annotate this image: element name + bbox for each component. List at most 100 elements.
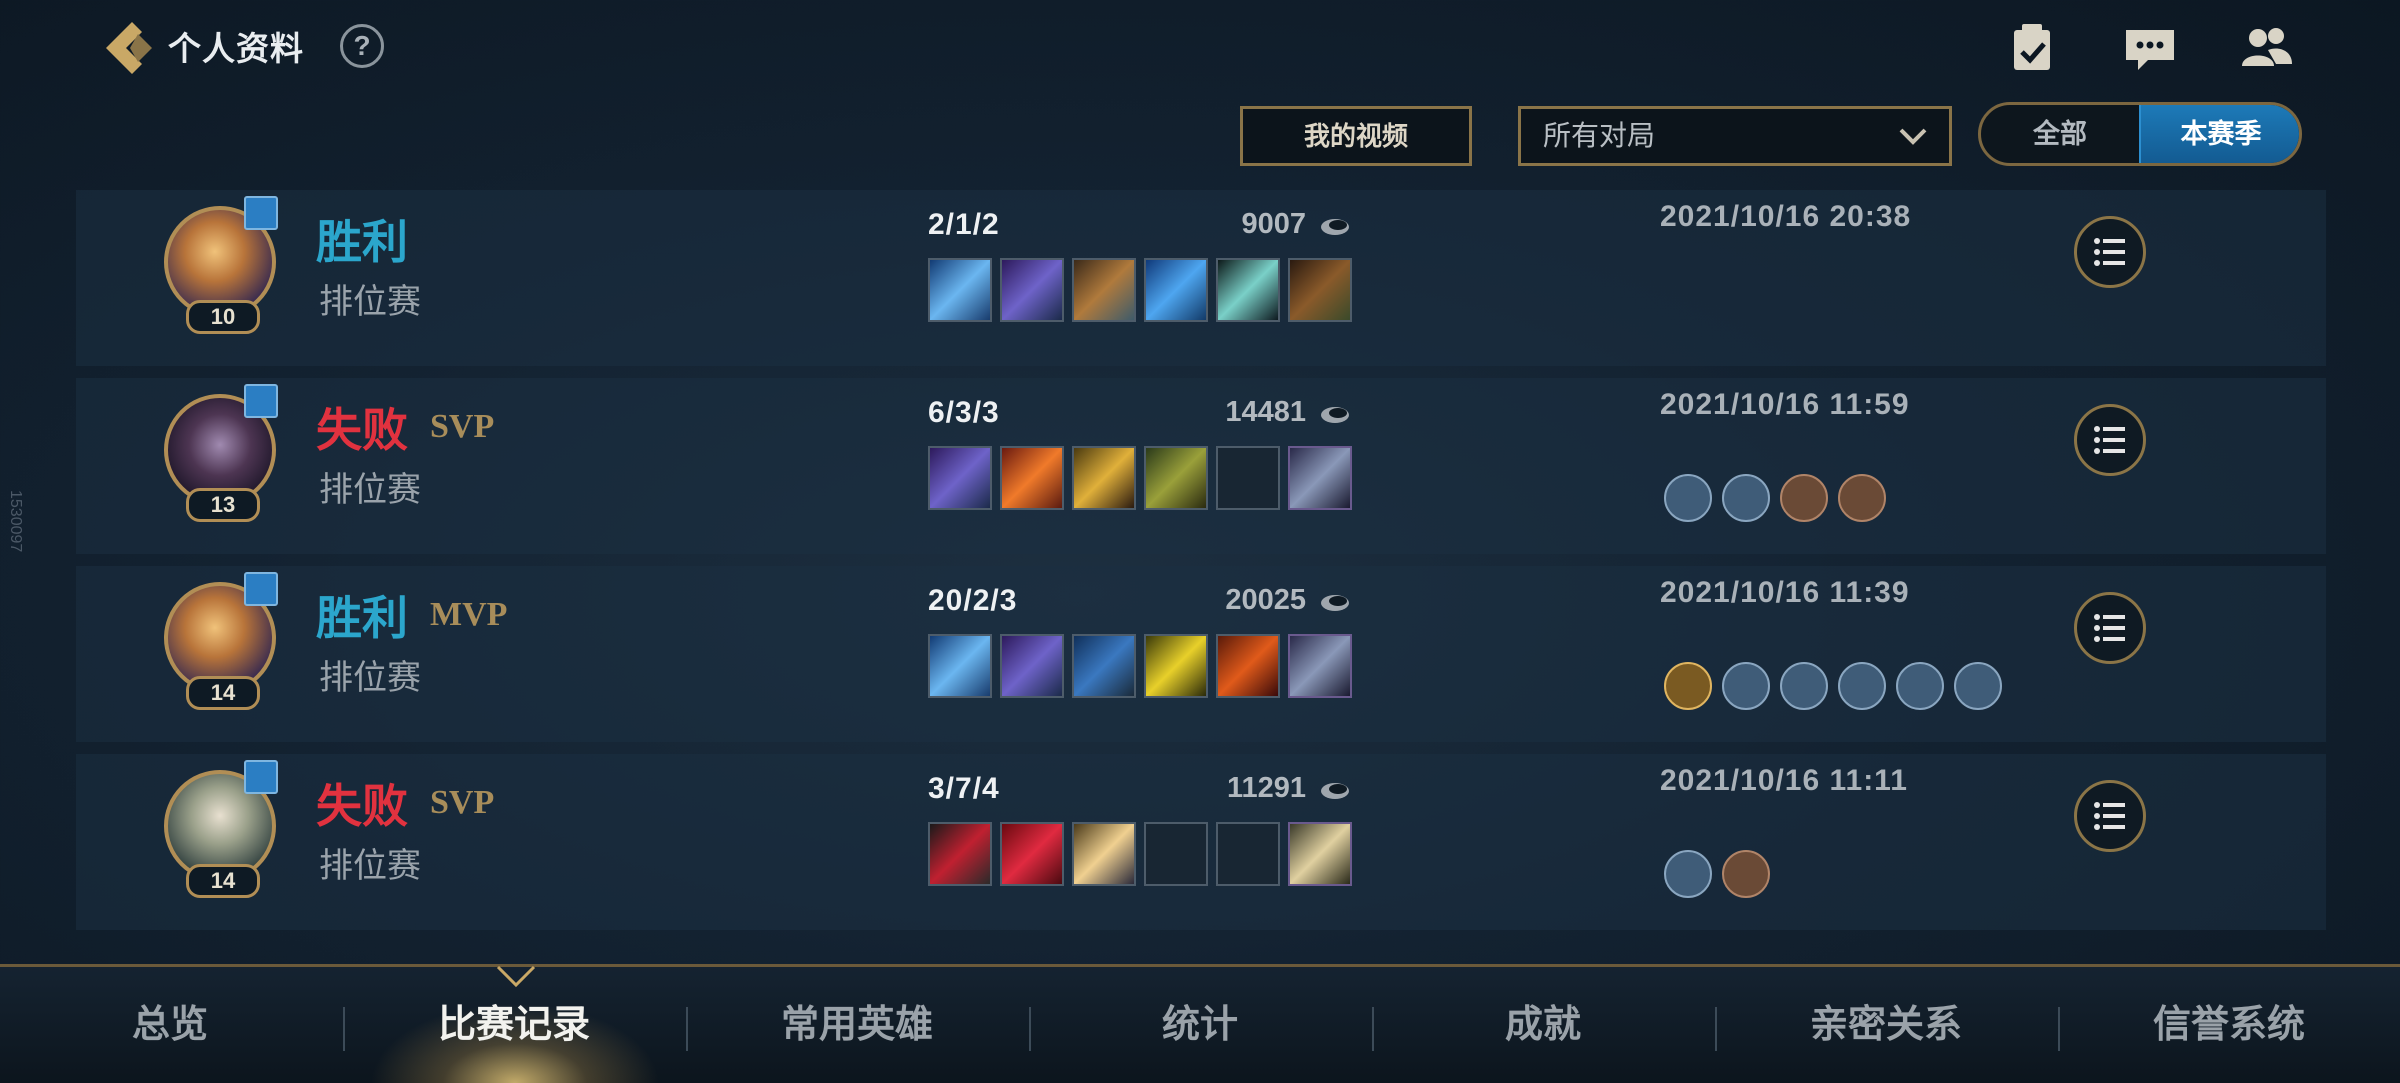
item-slot	[1216, 258, 1280, 322]
team-icon	[244, 572, 278, 606]
ward-item-slot	[1288, 634, 1352, 698]
gold-icon	[1321, 407, 1349, 423]
dropdown-value: 所有对局	[1543, 120, 1656, 151]
tab-statistics[interactable]: 统计	[1040, 967, 1360, 1083]
hero-level: 10	[186, 300, 260, 334]
item-slot	[928, 446, 992, 510]
match-mode: 排位赛	[319, 283, 421, 321]
match-detail-button[interactable]	[2074, 780, 2146, 852]
ward-item-slot	[1288, 446, 1352, 510]
match-date: 2021/10/16 11:11	[1660, 764, 1908, 797]
gold-icon	[1321, 595, 1349, 611]
tab-divider	[343, 1007, 345, 1051]
gold-amount: 20025	[1225, 584, 1306, 616]
item-slot	[1216, 634, 1280, 698]
team-icon	[244, 196, 278, 230]
match-row[interactable]: 14 胜利 MVP 排位赛 20/2/3 20025 2021/10/16 11…	[76, 566, 2326, 742]
match-result: 胜利	[316, 216, 408, 268]
item-slot	[1144, 634, 1208, 698]
item-slot	[1000, 446, 1064, 510]
match-row[interactable]: 10 胜利 排位赛 2/1/2 9007 2021/10/16 20:38	[76, 190, 2326, 366]
item-slot	[1000, 258, 1064, 322]
gold-amount: 14481	[1225, 396, 1306, 428]
empty-item-slot	[1144, 822, 1208, 886]
season-toggle: 全部 本赛季	[1978, 102, 2302, 166]
match-filter-dropdown[interactable]: 所有对局	[1518, 106, 1952, 166]
team-icon	[244, 760, 278, 794]
item-slot	[928, 634, 992, 698]
tab-divider	[1372, 1007, 1374, 1051]
medal-icon	[1722, 850, 1770, 898]
tab-divider	[686, 1007, 688, 1051]
empty-item-slot	[1216, 446, 1280, 510]
match-date: 2021/10/16 20:38	[1660, 200, 1912, 233]
tab-achievements[interactable]: 成就	[1383, 967, 1703, 1083]
medal-icon	[1896, 662, 1944, 710]
mvp-badge: MVP	[430, 596, 508, 633]
kda: 20/2/3	[928, 584, 1018, 617]
back-arrow-icon[interactable]	[98, 18, 154, 78]
medal-icon	[1780, 662, 1828, 710]
item-slot	[1072, 258, 1136, 322]
medal-icon	[1954, 662, 2002, 710]
tab-overview[interactable]: 总览	[10, 967, 330, 1083]
match-date: 2021/10/16 11:39	[1660, 576, 1910, 609]
chat-icon[interactable]	[2118, 20, 2182, 76]
match-mode: 排位赛	[319, 659, 421, 697]
tab-relationships[interactable]: 亲密关系	[1726, 967, 2046, 1083]
toggle-this-season[interactable]: 本赛季	[2139, 105, 2299, 163]
medal-icon	[1838, 474, 1886, 522]
match-detail-button[interactable]	[2074, 216, 2146, 288]
match-result: 失败	[316, 780, 408, 832]
tab-honor-system[interactable]: 信誉系统	[2069, 967, 2389, 1083]
tab-frequent-heroes[interactable]: 常用英雄	[697, 967, 1017, 1083]
gold-s-medal-icon	[1664, 662, 1712, 710]
match-row[interactable]: 13 失败 SVP 排位赛 6/3/3 14481 2021/10/16 11:…	[76, 378, 2326, 554]
empty-item-slot	[1216, 822, 1280, 886]
item-slot	[1000, 822, 1064, 886]
item-slot	[1072, 446, 1136, 510]
item-slot	[1000, 634, 1064, 698]
match-result: 失败	[316, 404, 408, 456]
list-icon	[2094, 238, 2125, 266]
list-icon	[2094, 802, 2125, 830]
medal-icon	[1838, 662, 1886, 710]
gold-amount: 11291	[1226, 772, 1306, 804]
list-icon	[2094, 426, 2125, 454]
medal-icon	[1664, 850, 1712, 898]
friends-icon[interactable]	[2234, 20, 2298, 76]
tab-divider	[1715, 1007, 1717, 1051]
side-id-text: 1530097	[7, 490, 24, 553]
my-videos-button[interactable]: 我的视频	[1240, 106, 1472, 166]
tab-divider	[1029, 1007, 1031, 1051]
tab-match-history[interactable]: 比赛记录	[354, 967, 674, 1083]
medal-icon	[1722, 662, 1770, 710]
chevron-down-icon	[1899, 128, 1927, 145]
hero-level: 13	[186, 488, 260, 522]
ward-item-slot	[1288, 822, 1352, 886]
gold-icon	[1321, 219, 1349, 235]
match-row[interactable]: 14 失败 SVP 排位赛 3/7/4 11291 2021/10/16 11:…	[76, 754, 2326, 930]
gold-amount: 9007	[1241, 208, 1306, 240]
match-date: 2021/10/16 11:59	[1660, 388, 1910, 421]
toggle-all[interactable]: 全部	[1981, 105, 2139, 163]
help-icon[interactable]: ?	[340, 24, 384, 68]
tab-divider	[2058, 1007, 2060, 1051]
match-detail-button[interactable]	[2074, 404, 2146, 476]
match-mode: 排位赛	[319, 471, 421, 509]
hero-level: 14	[186, 864, 260, 898]
gold-icon	[1321, 783, 1349, 799]
team-icon	[244, 384, 278, 418]
item-slot	[928, 822, 992, 886]
item-slot	[1072, 634, 1136, 698]
item-slot	[1144, 258, 1208, 322]
item-slot	[1144, 446, 1208, 510]
svp-badge: SVP	[430, 408, 495, 445]
hero-level: 14	[186, 676, 260, 710]
match-result: 胜利	[316, 592, 408, 644]
list-icon	[2094, 614, 2125, 642]
match-detail-button[interactable]	[2074, 592, 2146, 664]
kda: 2/1/2	[928, 208, 1000, 241]
tasks-icon[interactable]	[2000, 20, 2064, 76]
medal-icon	[1664, 474, 1712, 522]
